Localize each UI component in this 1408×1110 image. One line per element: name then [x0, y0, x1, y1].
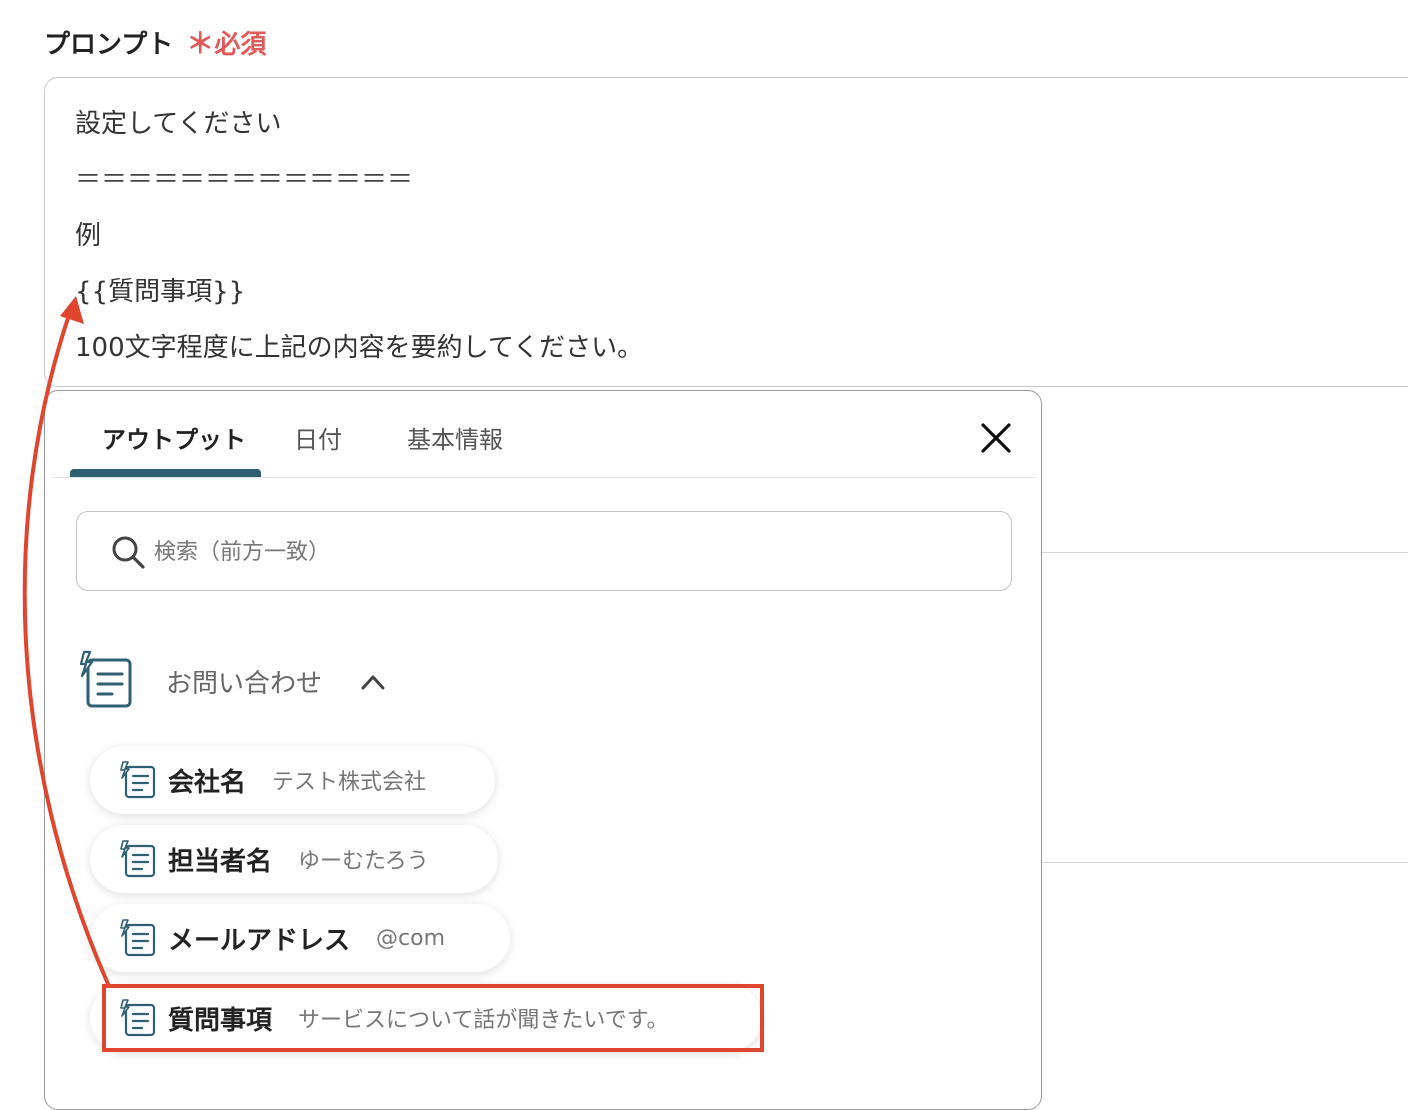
- variable-chip[interactable]: 担当者名 ゆーむたろう: [90, 825, 498, 893]
- field-label: プロンプト ＊必須: [44, 22, 266, 62]
- background-field-edge: [1040, 862, 1408, 863]
- prompt-line: {{質問事項}}: [75, 277, 246, 307]
- chevron-up-icon[interactable]: [360, 672, 386, 692]
- highlight-annotation: [102, 984, 764, 1052]
- search-input[interactable]: [152, 530, 996, 574]
- group-title[interactable]: お問い合わせ: [166, 663, 322, 700]
- field-label-text: プロンプト: [44, 30, 174, 60]
- chip-value: テスト株式会社: [272, 770, 427, 795]
- tab-output[interactable]: アウトプット: [102, 420, 246, 455]
- required-text: 必須: [214, 30, 267, 60]
- prompt-line: 設定してください: [75, 109, 282, 139]
- tab-divider: [52, 477, 1036, 478]
- active-tab-indicator: [70, 469, 261, 477]
- required-star: ＊: [186, 27, 215, 60]
- form-icon: [120, 761, 156, 799]
- chip-key: メールアドレス: [168, 925, 351, 956]
- form-icon: [79, 650, 132, 708]
- tab-basic-info[interactable]: 基本情報: [407, 420, 503, 455]
- search-icon: [112, 536, 145, 569]
- required-indicator: ＊必須: [186, 27, 267, 60]
- chip-key: 会社名: [168, 767, 247, 798]
- chip-key: 担当者名: [168, 846, 273, 877]
- background-field-edge: [1040, 552, 1408, 553]
- prompt-line: 100文字程度に上記の内容を要約してください。: [75, 333, 644, 363]
- prompt-line: ＝＝＝＝＝＝＝＝＝＝＝＝＝: [75, 165, 414, 195]
- variable-chip[interactable]: 会社名 テスト株式会社: [90, 746, 495, 814]
- prompt-line: 例: [75, 221, 102, 251]
- form-icon: [120, 919, 156, 957]
- close-icon[interactable]: [978, 420, 1014, 456]
- chip-value: @com: [376, 925, 446, 951]
- form-icon: [120, 840, 156, 878]
- variable-chip[interactable]: メールアドレス @com: [90, 904, 510, 972]
- chip-value: ゆーむたろう: [298, 849, 429, 874]
- tab-date[interactable]: 日付: [294, 420, 342, 455]
